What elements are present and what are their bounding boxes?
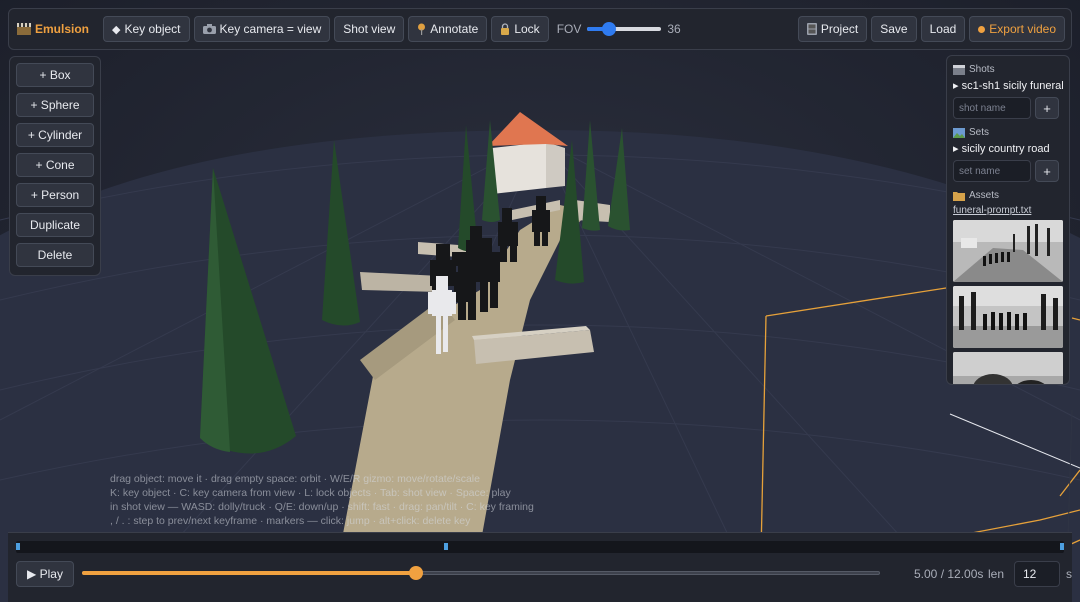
keyframe-marker[interactable]: [1060, 543, 1064, 550]
help-line: in shot view — WASD: dolly/truck · Q/E: …: [110, 501, 534, 513]
fov-label: FOV: [556, 22, 582, 36]
time-readout: 5.00 / 12.00s: [914, 567, 984, 581]
project-label: Project: [820, 22, 859, 36]
folder-icon: [953, 191, 965, 201]
timeline-panel: ▶ Play 5.00 / 12.00s len s: [8, 532, 1072, 602]
scrubber-playhead[interactable]: [408, 566, 423, 580]
asset-thumbnail-image: [953, 220, 1063, 282]
asset-thumbnail-image: [953, 286, 1063, 348]
key-object-button[interactable]: ◆ Key object: [103, 16, 190, 42]
help-line: , / . : step to prev/next keyframe · mar…: [110, 515, 471, 527]
project-button[interactable]: Project: [797, 16, 868, 42]
delete-button[interactable]: Delete: [16, 243, 94, 267]
add-cone-button[interactable]: + Cone: [16, 153, 94, 177]
export-video-label: Export video: [989, 22, 1056, 36]
add-sphere-button[interactable]: + Sphere: [16, 93, 94, 117]
top-toolbar: Emulsion ◆ Key object Key camera = view …: [8, 8, 1072, 50]
key-camera-label: Key camera = view: [219, 22, 322, 36]
load-button[interactable]: Load: [920, 16, 966, 42]
set-name-input[interactable]: [953, 160, 1031, 182]
add-box-button[interactable]: + Box: [16, 63, 94, 87]
pin-icon: [418, 23, 426, 35]
annotate-label: Annotate: [430, 22, 479, 36]
save-button[interactable]: Save: [871, 16, 917, 42]
key-object-label: Key object: [124, 22, 181, 36]
add-set-button[interactable]: +: [1035, 160, 1059, 182]
shot-view-label: Shot view: [343, 22, 396, 36]
fov-control: FOV 36: [557, 22, 681, 36]
assets-heading-label: Assets: [969, 190, 1000, 201]
diamond-icon: ◆: [112, 23, 121, 36]
app-title: Emulsion: [35, 22, 90, 36]
set-list-item[interactable]: ▸ sicily country road: [953, 142, 1063, 155]
load-label: Load: [929, 22, 957, 36]
keyboard-help: drag object: move it · drag empty space:…: [110, 472, 534, 528]
sets-heading-label: Sets: [969, 127, 990, 138]
file-cabinet-icon: [806, 23, 817, 35]
record-dot-icon: [978, 25, 986, 33]
shot-view-button[interactable]: Shot view: [334, 16, 405, 42]
shot-name-input[interactable]: [953, 97, 1031, 119]
picture-icon: [953, 127, 965, 138]
seconds-unit: s: [1066, 567, 1072, 581]
keyframe-marker[interactable]: [443, 543, 448, 550]
length-label: len: [988, 567, 1005, 581]
scrubber-progress: [82, 571, 416, 575]
app-root: Emulsion ◆ Key object Key camera = view …: [0, 0, 1080, 602]
shots-heading-label: Shots: [969, 64, 995, 75]
keyframe-strip[interactable]: [16, 541, 1064, 553]
length-input[interactable]: [1014, 561, 1060, 587]
add-cylinder-button[interactable]: + Cylinder: [16, 123, 94, 147]
add-shot-row: +: [953, 97, 1063, 119]
lock-button[interactable]: Lock: [491, 16, 549, 42]
shots-heading: Shots: [953, 64, 1063, 75]
timeline-scrubber[interactable]: [82, 566, 880, 580]
fov-value: 36: [667, 22, 681, 36]
add-person-button[interactable]: + Person: [16, 183, 94, 207]
assets-heading: Assets: [953, 190, 1063, 201]
camera-icon: [202, 24, 216, 34]
help-line: K: key object · C: key camera from view …: [110, 487, 511, 499]
help-line: drag object: move it · drag empty space:…: [110, 473, 480, 485]
fov-slider-knob[interactable]: [602, 22, 617, 36]
shot-list-item[interactable]: ▸ sc1-sh1 sicily funeral: [953, 79, 1064, 92]
lock-label: Lock: [514, 22, 540, 36]
asset-file-link[interactable]: funeral-prompt.txt: [953, 205, 1063, 216]
lock-icon: [501, 23, 510, 35]
clapperboard-icon: [17, 23, 31, 35]
add-set-row: +: [953, 160, 1063, 182]
app-brand: Emulsion: [15, 22, 89, 36]
duplicate-button[interactable]: Duplicate: [16, 213, 94, 237]
sets-heading: Sets: [953, 127, 1063, 138]
save-label: Save: [880, 22, 908, 36]
clapperboard-icon: [953, 64, 965, 75]
key-camera-button[interactable]: Key camera = view: [193, 16, 331, 42]
play-button[interactable]: ▶ Play: [16, 561, 74, 587]
add-shot-button[interactable]: +: [1035, 97, 1059, 119]
asset-thumbnail[interactable]: [953, 286, 1063, 348]
asset-thumbnail[interactable]: [953, 352, 1063, 384]
asset-thumbnail-image: [953, 352, 1063, 384]
fov-slider[interactable]: [587, 22, 662, 36]
library-panel: Shots ▸ sc1-sh1 sicily funeral + Sets ▸ …: [946, 55, 1070, 385]
asset-thumbnail[interactable]: [953, 220, 1063, 282]
annotate-button[interactable]: Annotate: [408, 16, 488, 42]
export-video-button[interactable]: Export video: [969, 16, 1065, 42]
object-tools-panel: + Box + Sphere + Cylinder + Cone + Perso…: [9, 56, 101, 276]
keyframe-marker[interactable]: [16, 543, 20, 550]
